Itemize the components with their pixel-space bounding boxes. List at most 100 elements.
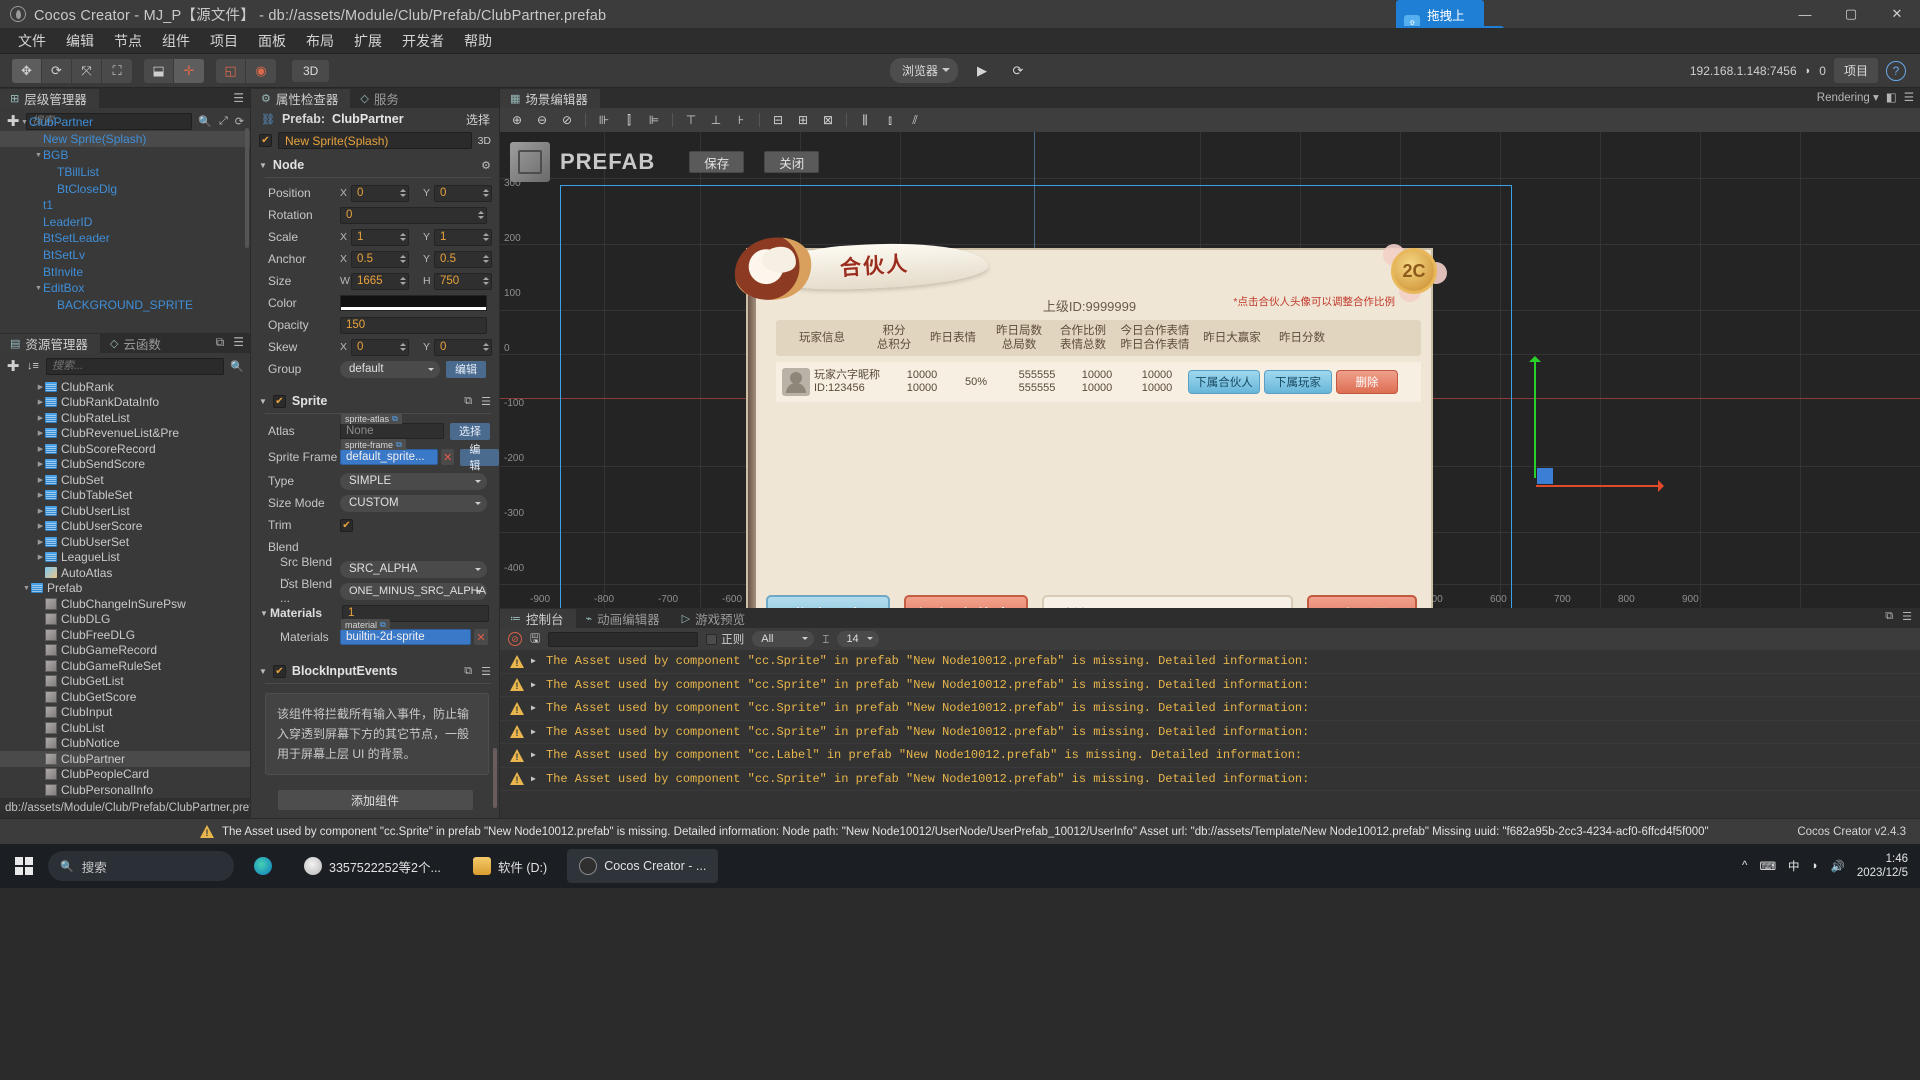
taskbar-search[interactable]: 🔍 搜索 [48,851,234,881]
font-size-dropdown[interactable]: 14 [837,631,879,647]
block-menu-icon[interactable]: ☰ [481,665,491,678]
asset-item-clubnotice[interactable]: ClubNotice [0,736,250,752]
asset-item-clubscorerecord[interactable]: ▶ClubScoreRecord [0,441,250,457]
size-h-input[interactable]: 750 [434,273,492,290]
tab-game-preview[interactable]: ▷ 游戏预览 [672,609,757,628]
zoom-fit-icon[interactable]: ⊘ [556,110,578,130]
assets-search-box[interactable] [46,358,224,375]
console-copy-icon[interactable]: ⧉ [1885,610,1893,623]
chevron-icon[interactable]: ▶ [36,460,45,468]
asset-item-clubset[interactable]: ▶ClubSet [0,472,250,488]
gap-icon[interactable]: ⫾ [879,110,901,130]
material-asset-field[interactable]: material ⧉ builtin-2d-sprite [340,629,471,645]
anchor-y-input[interactable]: 0.5 [434,251,492,268]
assets-tree[interactable]: ▶ClubRank▶ClubRankDataInfo▶ClubRateList▶… [0,379,250,796]
tab-cloud-functions[interactable]: ◇ 云函数 [100,334,173,353]
minimize-button[interactable]: — [1782,0,1828,28]
chevron-icon[interactable]: ▼ [22,585,31,592]
console-menu-icon[interactable]: ☰ [1902,610,1912,623]
console-log-row[interactable]: ▶The Asset used by component "cc.Sprite"… [500,721,1920,745]
size-w-input[interactable]: 1665 [351,273,409,290]
stepper[interactable] [481,252,490,267]
color-swatch[interactable] [340,295,487,311]
assets-menu-icon[interactable]: ☰ [233,335,244,350]
prefab-save-button[interactable]: 保存 [689,151,744,173]
assets-search-input[interactable] [52,360,218,372]
scene-menu-icon[interactable]: ☰ [1904,90,1914,104]
spacing-h-icon[interactable]: ⊠ [817,110,839,130]
align-left-icon[interactable]: ⊪ [593,110,615,130]
chevron-icon[interactable]: ▶ [36,383,45,391]
expand-icon[interactable]: ▶ [531,774,539,784]
rotation-input[interactable]: 0 [340,207,487,224]
sprite-frame-edit-button[interactable]: 编辑 [460,449,499,466]
return-button[interactable]: 返 回 [1307,595,1417,608]
sprite-menu-icon[interactable]: ☰ [481,395,491,408]
console-filter-input[interactable] [548,632,698,647]
inspector-scrollbar[interactable] [493,748,497,808]
clock[interactable]: 1:46 2023/12/5 [1857,852,1908,880]
dst-blend-dropdown[interactable]: ONE_MINUS_SRC_ALPHA [340,583,487,600]
align-right-icon[interactable]: ⊫ [643,110,665,130]
log-level-dropdown[interactable]: All [752,631,814,647]
asset-item-clubsendscore[interactable]: ▶ClubSendScore [0,457,250,473]
tab-animation-editor[interactable]: ⌁ 动画编辑器 [576,609,672,628]
keyboard-icon[interactable]: ⌨ [1759,859,1776,873]
clear-console-icon[interactable]: ⊘ [508,632,522,646]
asset-item-clubpeoplecard[interactable]: ClubPeopleCard [0,767,250,783]
browser-select[interactable]: 浏览器 [890,58,958,83]
size-mode-dropdown[interactable]: CUSTOM [340,495,487,512]
add-asset-button[interactable]: ✚ [6,357,20,375]
sprite-copy-icon[interactable]: ⧉ [464,395,472,408]
scene-viewport[interactable]: 3002001000-100-200-300-400 -900-800-700-… [500,132,1920,608]
gizmo-toggle-icon[interactable]: ◱ [216,59,246,83]
help-icon[interactable]: ? [1886,61,1906,81]
stepper[interactable] [398,252,407,267]
console-log-row[interactable]: ▶The Asset used by component "cc.Sprite"… [500,674,1920,698]
asset-item-autoatlas[interactable]: AutoAtlas [0,565,250,581]
expand-icon[interactable]: ▶ [531,703,539,713]
invite-player-button[interactable]: 邀请玩家 [766,595,890,608]
asset-item-clubpartner[interactable]: ClubPartner [0,751,250,767]
hierarchy-menu-icon[interactable]: ☰ [233,91,244,105]
prefab-close-button[interactable]: 关闭 [764,151,819,173]
open-external-icon[interactable]: ⧉ [392,414,398,424]
menu-layout[interactable]: 布局 [296,28,344,54]
gizmo-center-handle[interactable] [1537,468,1553,484]
row-button-delete[interactable]: 删除 [1336,370,1398,394]
asset-item-clubinput[interactable]: ClubInput [0,705,250,721]
rotate-tool-icon[interactable]: ⟳ [42,59,72,83]
stepper[interactable] [398,230,407,245]
asset-item-leaguelist[interactable]: ▶LeagueList [0,550,250,566]
chevron-down-icon[interactable]: ▼ [260,609,270,618]
asset-item-clubgetlist[interactable]: ClubGetList [0,674,250,690]
start-button[interactable] [0,844,48,888]
pivot-toggle-icon[interactable]: ⬓ [144,59,174,83]
add-partner-button[interactable]: 添加合伙人 [904,595,1028,608]
group-edit-button[interactable]: 编辑 [446,361,486,378]
stepper[interactable] [398,186,407,201]
chevron-icon[interactable]: ▼ [34,152,43,159]
row-button-sub-partner[interactable]: 下属合伙人 [1188,370,1260,394]
refresh-button[interactable]: ⟳ [1006,59,1030,83]
gizmo-icon[interactable]: ◧ [1886,90,1897,104]
tray-expand-icon[interactable]: ^ [1742,860,1747,872]
asset-item-prefab[interactable]: ▼Prefab [0,581,250,597]
asset-item-clubgameruleset[interactable]: ClubGameRuleSet [0,658,250,674]
expand-icon[interactable]: ▶ [531,727,539,737]
open-external-icon[interactable]: ⧉ [396,440,402,450]
skew-x-input[interactable]: 0 [351,339,409,356]
regex-checkbox[interactable] [706,634,717,645]
taskbar-item-edge[interactable] [242,849,284,883]
asset-item-clubuserset[interactable]: ▶ClubUserSet [0,534,250,550]
distribute-v-icon[interactable]: ⊞ [792,110,814,130]
chevron-icon[interactable]: ▶ [36,476,45,484]
id-input[interactable]: 请输入ID [1042,595,1293,608]
expand-icon[interactable]: ▶ [531,750,539,760]
block-input-enabled-checkbox[interactable]: ✔ [273,665,286,678]
sort-icon[interactable]: ↓≡ [26,360,40,372]
asset-item-clubratelist[interactable]: ▶ClubRateList [0,410,250,426]
atlas-asset-field[interactable]: sprite-atlas ⧉ None [340,423,444,439]
stepper[interactable] [398,274,407,289]
stepper[interactable] [398,340,407,355]
